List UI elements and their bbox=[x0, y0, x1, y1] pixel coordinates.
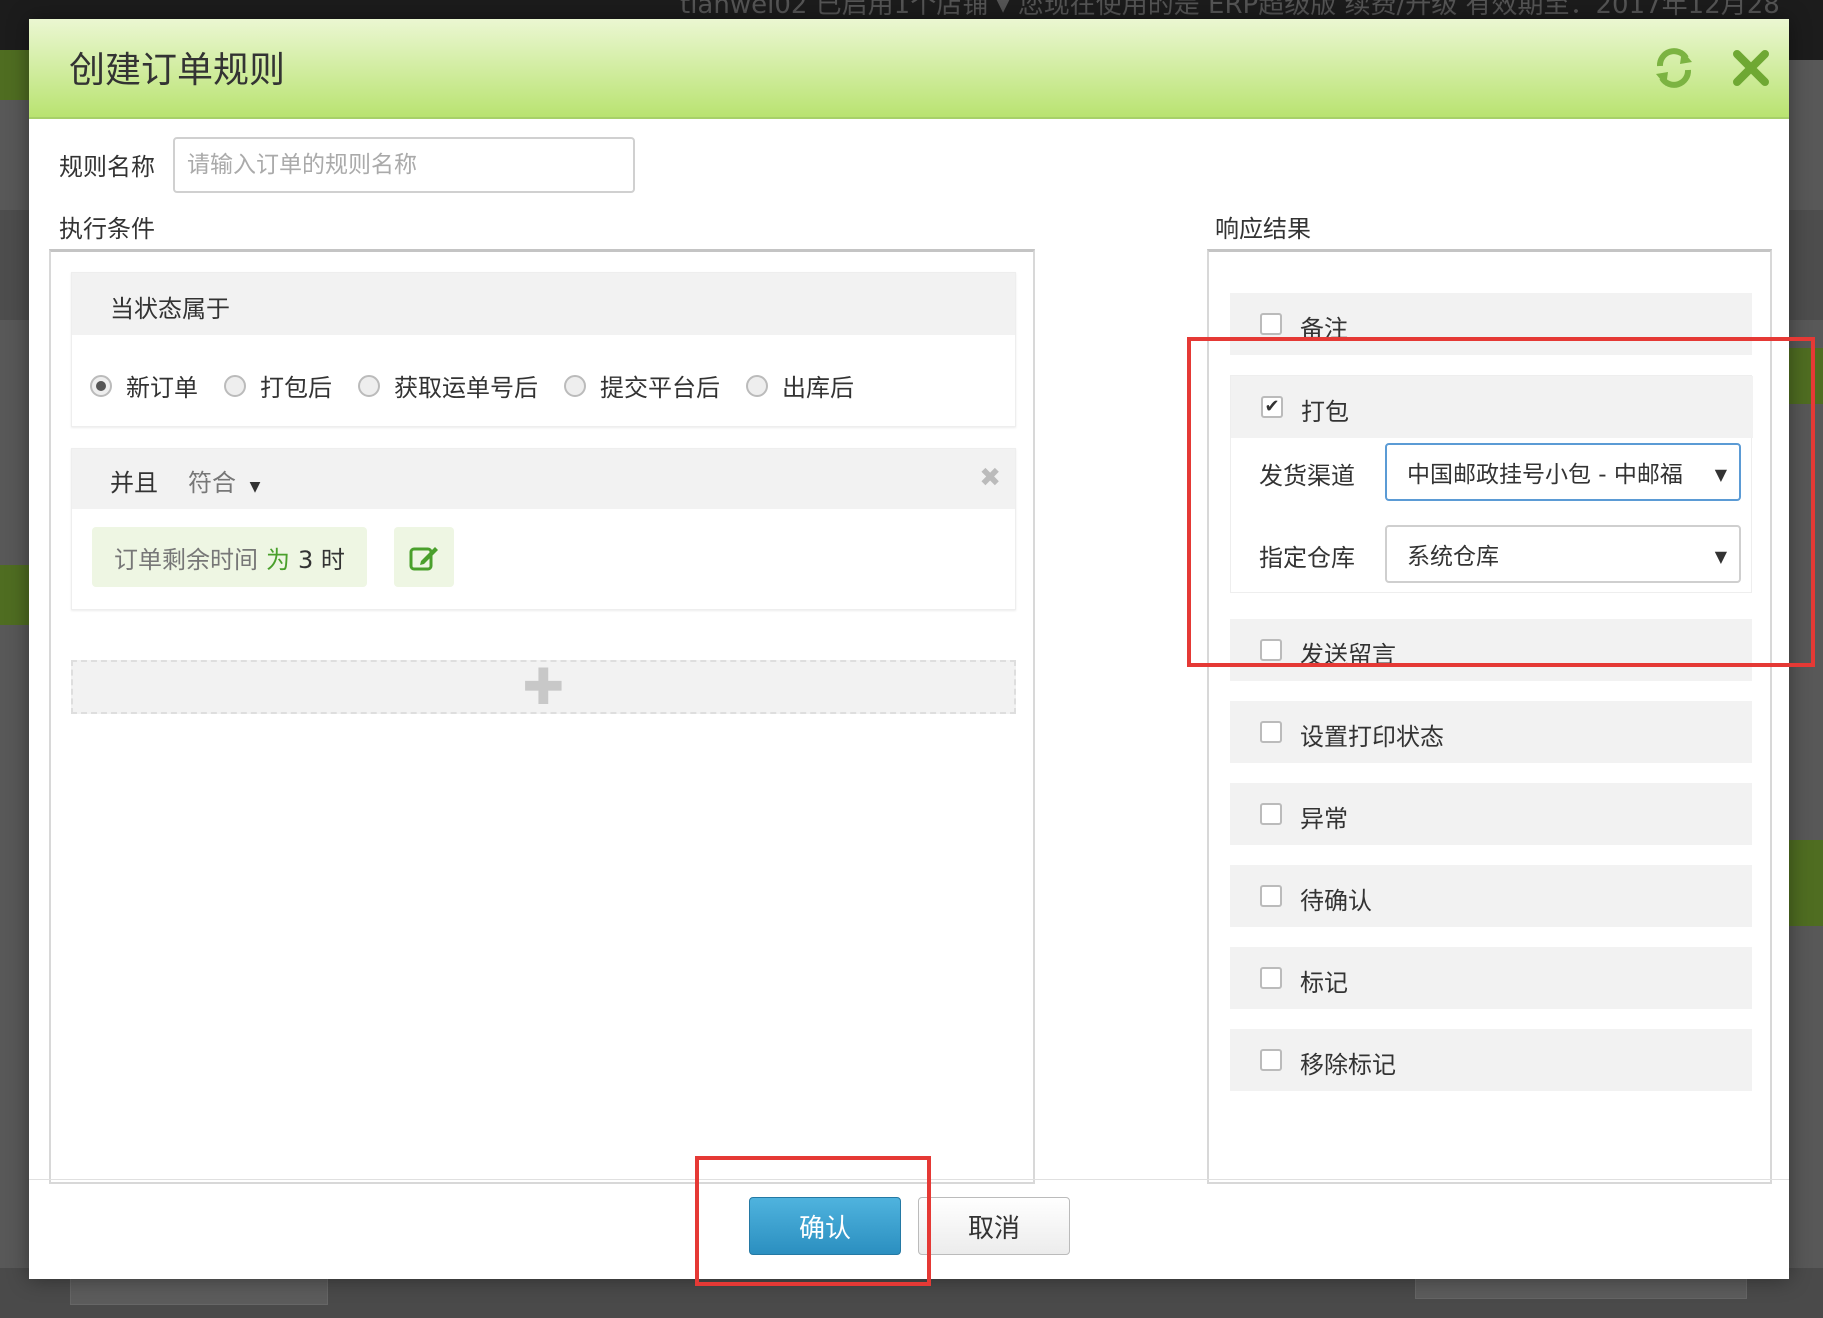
result-item-pending[interactable]: 待确认 bbox=[1230, 865, 1752, 927]
modal-header: 创建订单规则 bbox=[29, 19, 1789, 119]
refresh-icon[interactable] bbox=[1649, 43, 1699, 93]
result-label: 标记 bbox=[1300, 969, 1348, 997]
result-item-send-message[interactable]: 发送留言 bbox=[1230, 619, 1752, 681]
add-condition-button[interactable]: ✚ bbox=[71, 658, 1016, 716]
rule-name-label: 规则名称 bbox=[59, 153, 155, 181]
status-radio[interactable] bbox=[224, 374, 246, 397]
result-label: 异常 bbox=[1300, 805, 1348, 833]
and-condition-header: 并且 符合 ▼ ✖ bbox=[72, 449, 1015, 509]
caret-down-icon: ▼ bbox=[1714, 465, 1727, 484]
plus-icon: ✚ bbox=[522, 658, 565, 716]
result-item-remark[interactable]: 备注 bbox=[1230, 293, 1752, 355]
edit-icon bbox=[409, 547, 438, 571]
status-condition-header: 当状态属于 bbox=[72, 273, 1015, 335]
background-accent bbox=[1786, 348, 1823, 404]
match-dropdown[interactable]: 符合 ▼ bbox=[188, 463, 260, 498]
result-checkbox[interactable] bbox=[1260, 313, 1282, 335]
background-accent bbox=[0, 565, 30, 625]
caret-down-icon: ▼ bbox=[1714, 547, 1727, 566]
and-label: 并且 bbox=[110, 469, 158, 497]
result-label: 移除标记 bbox=[1300, 1051, 1396, 1079]
modal-title: 创建订单规则 bbox=[69, 50, 286, 91]
and-condition-box: 并且 符合 ▼ ✖ 订单剩余时间 为 3 时 bbox=[71, 448, 1016, 610]
warehouse-value: 系统仓库 bbox=[1407, 544, 1499, 570]
close-icon[interactable] bbox=[1726, 43, 1776, 93]
warehouse-select[interactable]: 系统仓库 ▼ bbox=[1385, 525, 1741, 583]
result-checkbox[interactable] bbox=[1260, 967, 1282, 989]
shipping-channel-select[interactable]: 中国邮政挂号小包 - 中邮福 ▼ bbox=[1385, 443, 1741, 501]
result-item-print-status[interactable]: 设置打印状态 bbox=[1230, 701, 1752, 763]
warehouse-label: 指定仓库 bbox=[1259, 544, 1355, 572]
match-dropdown-label: 符合 bbox=[188, 469, 236, 497]
conditions-panel: 当状态属于 新订单 打包后 获取运单号后 提交平台后 出库后 并且 符合 ▼ ✖… bbox=[49, 249, 1035, 1184]
status-radio-label: 提交平台后 bbox=[600, 374, 720, 402]
remove-condition-icon[interactable]: ✖ bbox=[979, 463, 1001, 493]
background-accent bbox=[1786, 840, 1823, 926]
result-item-pack[interactable]: ✔ 打包 发货渠道 中国邮政挂号小包 - 中邮福 ▼ 指定仓库 系统仓库 ▼ bbox=[1230, 375, 1753, 593]
status-radio-label: 新订单 bbox=[126, 374, 198, 402]
result-checkbox[interactable] bbox=[1260, 721, 1282, 743]
result-item-remove-mark[interactable]: 移除标记 bbox=[1230, 1029, 1752, 1091]
condition-tag[interactable]: 订单剩余时间 为 3 时 bbox=[92, 527, 367, 587]
condition-value: 3 时 bbox=[298, 545, 345, 574]
results-title: 响应结果 bbox=[1215, 215, 1311, 243]
result-checkbox[interactable] bbox=[1260, 1049, 1282, 1071]
result-item-exception[interactable]: 异常 bbox=[1230, 783, 1752, 845]
status-radio-label: 打包后 bbox=[260, 374, 332, 402]
status-radio-label: 获取运单号后 bbox=[394, 374, 538, 402]
rule-name-input[interactable] bbox=[173, 137, 635, 193]
result-label: 打包 bbox=[1301, 398, 1349, 426]
status-condition-box: 当状态属于 新订单 打包后 获取运单号后 提交平台后 出库后 bbox=[71, 272, 1016, 427]
edit-condition-button[interactable] bbox=[394, 527, 454, 587]
status-radio-label: 出库后 bbox=[782, 374, 854, 402]
background-top-text: tianwei02 已启用1个店铺 ▾ 您现在使用的是 ERP超级版 续费/升级… bbox=[680, 0, 1780, 20]
cancel-button[interactable]: 取消 bbox=[918, 1197, 1070, 1255]
background-accent bbox=[0, 50, 30, 100]
shipping-channel-value: 中国邮政挂号小包 - 中邮福 bbox=[1407, 462, 1683, 488]
status-radio[interactable] bbox=[564, 374, 586, 397]
condition-operator: 为 bbox=[266, 545, 290, 574]
result-checkbox[interactable]: ✔ bbox=[1261, 396, 1283, 418]
conditions-title: 执行条件 bbox=[59, 215, 155, 243]
status-condition-title: 当状态属于 bbox=[110, 295, 230, 323]
caret-down-icon: ▼ bbox=[249, 479, 261, 495]
result-label: 设置打印状态 bbox=[1300, 723, 1444, 751]
status-radio-group: 新订单 打包后 获取运单号后 提交平台后 出库后 bbox=[90, 368, 880, 403]
status-radio[interactable] bbox=[358, 374, 380, 397]
status-radio[interactable] bbox=[746, 374, 768, 397]
shipping-channel-label: 发货渠道 bbox=[1259, 462, 1355, 490]
result-item-mark[interactable]: 标记 bbox=[1230, 947, 1752, 1009]
result-checkbox[interactable] bbox=[1260, 803, 1282, 825]
result-checkbox[interactable] bbox=[1260, 885, 1282, 907]
create-order-rule-modal: 创建订单规则 规则名称 执行条件 响应结果 当状态属于 新订单 bbox=[29, 19, 1815, 1286]
result-label: 发送留言 bbox=[1300, 641, 1396, 669]
status-radio[interactable] bbox=[90, 374, 112, 397]
refresh-icon-svg bbox=[1656, 48, 1692, 88]
result-label: 备注 bbox=[1300, 315, 1348, 343]
close-icon-svg bbox=[1733, 50, 1769, 86]
result-label: 待确认 bbox=[1300, 887, 1372, 915]
condition-field: 订单剩余时间 bbox=[114, 545, 258, 574]
result-checkbox[interactable] bbox=[1260, 639, 1282, 661]
confirm-button[interactable]: 确认 bbox=[749, 1197, 901, 1255]
footer-divider bbox=[29, 1179, 1789, 1180]
